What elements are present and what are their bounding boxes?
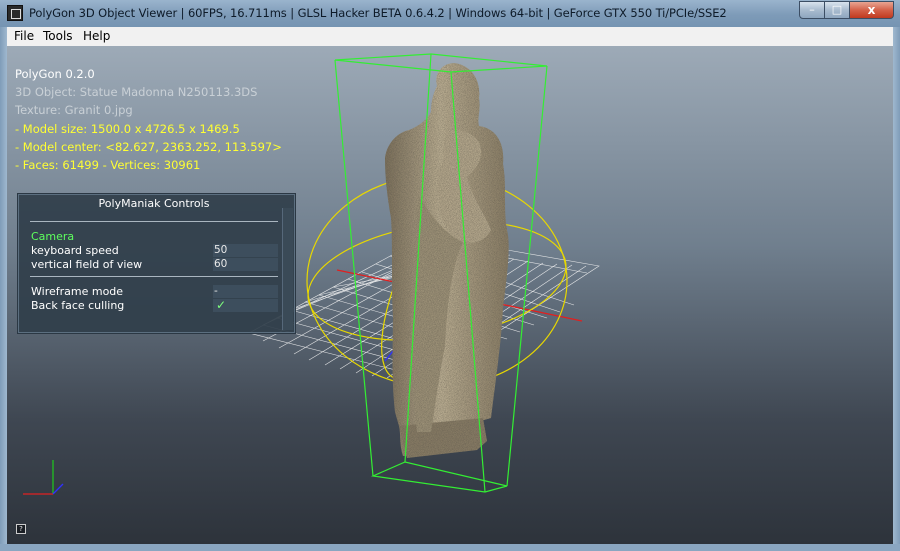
menu-help[interactable]: Help (83, 29, 110, 43)
panel-scrollbar[interactable] (282, 208, 293, 330)
model-size: - Model size: 1500.0 x 4726.5 x 1469.5 (15, 122, 240, 136)
help-icon[interactable]: ? (16, 524, 26, 534)
fov-field[interactable]: 60 (213, 258, 278, 271)
axis-triad (23, 460, 64, 495)
camera-section-label: Camera (31, 230, 75, 243)
window-title: PolyGon 3D Object Viewer | 60FPS, 16.711… (29, 6, 727, 20)
menu-file[interactable]: File (14, 29, 34, 43)
fov-label: vertical field of view (31, 258, 143, 271)
window-frame-bottom (0, 544, 900, 551)
title-bar[interactable]: PolyGon 3D Object Viewer | 60FPS, 16.711… (0, 0, 900, 28)
window-controls: – □ x (799, 1, 894, 20)
app-version: PolyGon 0.2.0 (15, 67, 95, 81)
check-icon: ✓ (216, 298, 227, 312)
model-center: - Model center: <82.627, 2363.252, 113.5… (15, 140, 282, 154)
backface-toggle[interactable]: ✓ (213, 299, 278, 312)
polymaniak-controls-panel[interactable]: PolyManiak Controls Camera keyboard spee… (17, 193, 296, 334)
minimize-button[interactable]: – (799, 1, 825, 19)
panel-title: PolyManiak Controls (98, 197, 210, 210)
statue-model[interactable] (385, 63, 509, 458)
maximize-button[interactable]: □ (825, 1, 850, 19)
keyboard-speed-field[interactable]: 50 (213, 244, 278, 257)
texture-name: Texture: Granit 0.jpg (15, 103, 133, 117)
close-button[interactable]: x (850, 1, 894, 19)
object-name: 3D Object: Statue Madonna N250113.3DS (15, 85, 258, 99)
panel-divider (30, 276, 278, 277)
3d-viewport[interactable]: PolyGon 0.2.0 3D Object: Statue Madonna … (7, 46, 893, 544)
wireframe-toggle[interactable]: - (213, 285, 278, 298)
window-frame-left (0, 27, 7, 551)
app-window: PolyGon 3D Object Viewer | 60FPS, 16.711… (0, 0, 900, 551)
window-frame-right (893, 27, 900, 551)
polygon-app-icon[interactable] (7, 5, 23, 21)
keyboard-speed-label: keyboard speed (31, 244, 119, 257)
menu-tools[interactable]: Tools (43, 29, 73, 43)
menu-bar: File Tools Help (7, 27, 893, 47)
backface-label: Back face culling (31, 299, 125, 312)
panel-divider (30, 221, 278, 222)
faces-vertices: - Faces: 61499 - Vertices: 30961 (15, 158, 201, 172)
wireframe-label: Wireframe mode (31, 285, 124, 298)
